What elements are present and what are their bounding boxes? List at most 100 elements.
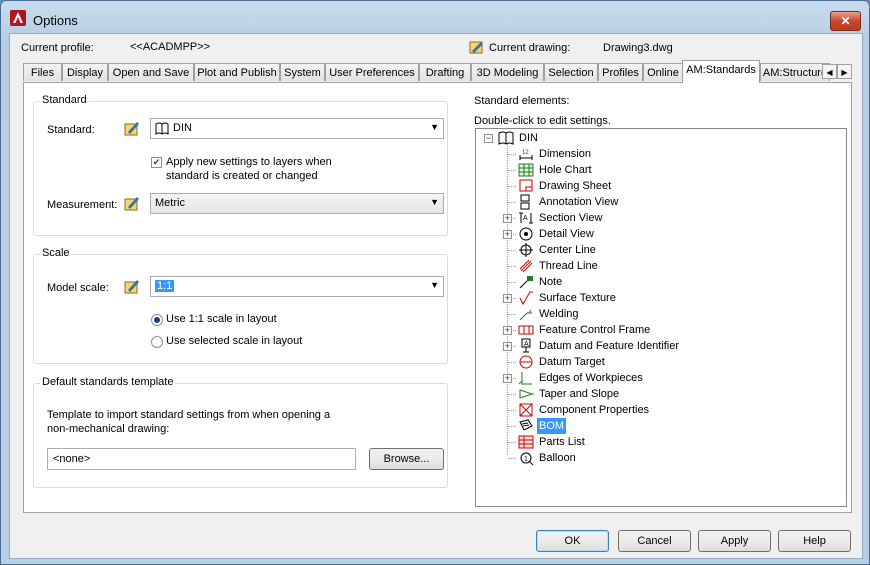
tree-item-label: Parts List bbox=[539, 436, 585, 448]
tree-item-label: Datum Target bbox=[539, 356, 605, 368]
measurement-settings-icon[interactable] bbox=[124, 195, 140, 211]
template-desc-line2: non-mechanical drawing: bbox=[47, 423, 170, 435]
plus-icon: + bbox=[504, 229, 511, 239]
tree-item-label: Feature Control Frame bbox=[539, 324, 651, 336]
tree-item-label: Note bbox=[539, 276, 563, 288]
standard-label: Standard: bbox=[47, 124, 95, 136]
feature-control-frame-icon bbox=[518, 325, 534, 335]
detail-view-icon bbox=[519, 227, 533, 241]
tab-scroll-right-button[interactable]: ▶ bbox=[837, 64, 852, 79]
tab-profiles[interactable]: Profiles bbox=[598, 63, 643, 81]
minus-icon: − bbox=[485, 133, 492, 143]
standard-dropdown[interactable]: DIN ▼ bbox=[150, 118, 444, 139]
apply-layers-label-line2: standard is created or changed bbox=[166, 170, 318, 182]
book-icon bbox=[498, 131, 514, 145]
tree-connector bbox=[508, 394, 516, 395]
scale-group: Scale Model scale: 1:1 ▼ Use 1:1 scale i… bbox=[33, 247, 448, 364]
drawing-sheet-icon bbox=[519, 179, 533, 192]
plus-icon: + bbox=[504, 341, 511, 351]
measurement-dropdown[interactable]: Metric ▼ bbox=[150, 193, 444, 214]
datum-identifier-icon: A bbox=[521, 338, 531, 353]
tab-open-and-save[interactable]: Open and Save bbox=[108, 63, 194, 81]
apply-layers-checkbox[interactable]: ✔ bbox=[151, 157, 162, 168]
svg-text:A: A bbox=[524, 341, 529, 348]
scale-group-title: Scale bbox=[40, 247, 72, 259]
drawing-icon bbox=[469, 41, 483, 54]
hole-chart-icon bbox=[518, 163, 534, 177]
tree-item-label: Taper and Slope bbox=[539, 388, 620, 400]
autocad-a-icon bbox=[10, 10, 26, 26]
close-button[interactable]: ✕ bbox=[830, 11, 861, 31]
standard-group: Standard Standard: DIN ▼ ✔ Apply new set… bbox=[33, 94, 448, 236]
browse-button[interactable]: Browse... bbox=[369, 448, 444, 470]
datum-target-icon bbox=[519, 355, 533, 369]
welding-icon bbox=[519, 309, 532, 321]
current-drawing-value: Drawing3.dwg bbox=[603, 42, 673, 54]
note-icon bbox=[519, 276, 533, 289]
balloon-icon: 1 bbox=[520, 452, 534, 466]
plus-icon: + bbox=[504, 325, 511, 335]
tree-item-label: Section View bbox=[539, 212, 603, 224]
tab-system[interactable]: System bbox=[280, 63, 325, 81]
tab-drafting[interactable]: Drafting bbox=[419, 63, 471, 81]
tree-item-label: Edges of Workpieces bbox=[539, 372, 643, 384]
parts-list-icon bbox=[518, 435, 534, 449]
cancel-button[interactable]: Cancel bbox=[618, 530, 691, 552]
expand-toggle[interactable]: + bbox=[503, 342, 512, 351]
model-scale-value: 1:1 bbox=[155, 280, 175, 292]
tab-am-structure[interactable]: AM:Structure bbox=[760, 63, 830, 81]
scale-settings-icon[interactable] bbox=[124, 278, 140, 294]
tree-item-label: Dimension bbox=[539, 148, 591, 160]
expand-toggle[interactable]: + bbox=[503, 326, 512, 335]
radio-selected-scale[interactable] bbox=[151, 336, 163, 348]
help-button[interactable]: Help bbox=[778, 530, 851, 552]
radio-1to1-scale[interactable] bbox=[151, 314, 163, 326]
tree-item-label: Component Properties bbox=[539, 404, 650, 416]
close-icon: ✕ bbox=[840, 14, 851, 28]
chevron-left-icon: ◀ bbox=[826, 68, 833, 77]
tree-connector bbox=[508, 442, 516, 443]
apply-button[interactable]: Apply bbox=[698, 530, 771, 552]
tree-item-label: Datum and Feature Identifier bbox=[539, 340, 680, 352]
tab-files[interactable]: Files bbox=[23, 63, 62, 81]
tab-online[interactable]: Online bbox=[643, 63, 683, 81]
checkmark-icon: ✔ bbox=[152, 157, 161, 167]
tab-selection[interactable]: Selection bbox=[544, 63, 598, 81]
measurement-value: Metric bbox=[155, 197, 185, 209]
expand-toggle[interactable]: + bbox=[503, 294, 512, 303]
model-scale-dropdown[interactable]: 1:1 ▼ bbox=[150, 276, 444, 297]
tree-connector bbox=[508, 186, 516, 187]
apply-layers-label-line1: Apply new settings to layers when bbox=[166, 156, 332, 168]
tab-display[interactable]: Display bbox=[62, 63, 108, 81]
profile-row: Current profile: <<ACADMPP>> Current dra… bbox=[10, 41, 862, 57]
expand-toggle[interactable]: + bbox=[503, 374, 512, 383]
tab-plot-and-publish[interactable]: Plot and Publish bbox=[194, 63, 280, 81]
section-view-icon: A bbox=[519, 212, 533, 224]
template-group: Default standards template Template to i… bbox=[33, 376, 448, 488]
tab-3d-modeling[interactable]: 3D Modeling bbox=[471, 63, 544, 81]
measurement-label: Measurement: bbox=[47, 199, 118, 211]
template-group-title: Default standards template bbox=[40, 376, 176, 388]
standard-value: DIN bbox=[173, 122, 192, 134]
ok-button[interactable]: OK bbox=[536, 530, 609, 552]
plus-icon: + bbox=[504, 213, 511, 223]
current-profile-label: Current profile: bbox=[21, 42, 94, 54]
svg-text:12: 12 bbox=[522, 150, 529, 156]
tab-scroll-left-button[interactable]: ◀ bbox=[822, 64, 837, 79]
dialog-body: Current profile: <<ACADMPP>> Current dra… bbox=[9, 33, 863, 559]
tab-am-standards[interactable]: AM:Standards bbox=[682, 60, 760, 83]
standard-settings-icon[interactable] bbox=[124, 120, 140, 136]
chevron-down-icon: ▼ bbox=[430, 122, 439, 132]
expand-toggle[interactable]: + bbox=[503, 214, 512, 223]
title-bar[interactable]: Options ✕ bbox=[1, 1, 869, 33]
tree-item-label: Welding bbox=[539, 308, 579, 320]
tree-connector bbox=[508, 266, 516, 267]
root-collapse-toggle[interactable]: − bbox=[484, 134, 493, 143]
plus-icon: + bbox=[504, 373, 511, 383]
surface-texture-icon bbox=[519, 291, 533, 306]
expand-toggle[interactable]: + bbox=[503, 230, 512, 239]
current-profile-value: <<ACADMPP>> bbox=[130, 41, 211, 53]
template-field[interactable]: <none> bbox=[47, 448, 356, 470]
standard-elements-tree[interactable]: − DIN 12 Dimension Hole Chart Drawing Sheet… bbox=[475, 128, 847, 507]
tab-user-preferences[interactable]: User Preferences bbox=[325, 63, 419, 81]
